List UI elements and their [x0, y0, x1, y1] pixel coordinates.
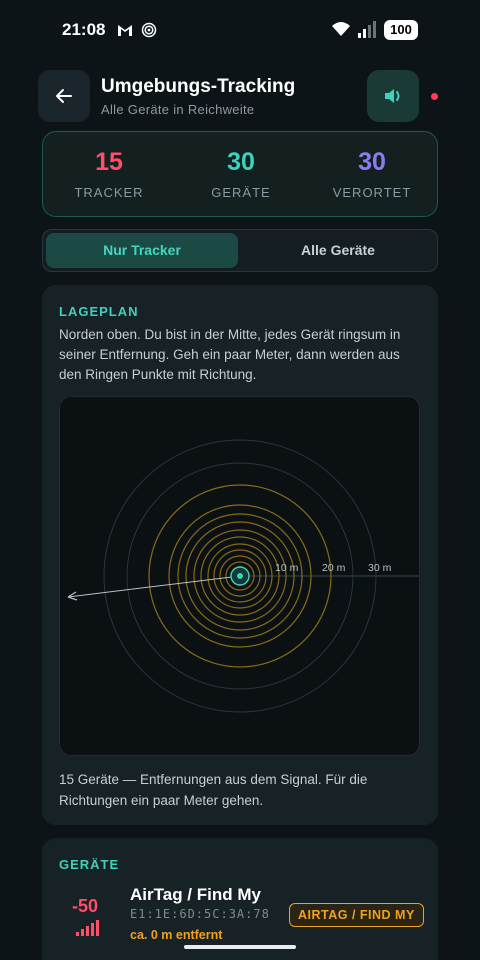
wifi-icon	[332, 22, 350, 36]
stat-devices-value: 30	[227, 148, 255, 176]
sound-toggle-button[interactable]	[367, 70, 419, 122]
devices-section-title: GERÄTE	[59, 857, 120, 872]
stat-located-value: 30	[358, 148, 386, 176]
stat-devices: 30 GERÄTE	[181, 148, 301, 200]
stat-tracker-label: TRACKER	[74, 185, 144, 200]
radar-map[interactable]: 10 m 20 m 30 m	[59, 396, 420, 756]
page-subtitle: Alle Geräte in Reichweite	[101, 102, 255, 117]
page-title: Umgebungs-Tracking	[101, 76, 296, 97]
tab-only-trackers[interactable]: Nur Tracker	[46, 233, 238, 268]
list-item[interactable]: -50 AirTag / Find My E1:1E:6D:5C:3A:78 c…	[42, 882, 438, 952]
device-mac: E1:1E:6D:5C:3A:78	[130, 907, 270, 921]
gmail-icon	[118, 25, 132, 36]
stats-card: 15 TRACKER 30 GERÄTE 30 VERORTET	[42, 131, 438, 217]
signal-strength-icon	[76, 920, 99, 936]
status-bar: 21:08 100	[0, 0, 480, 60]
user-position-dot	[237, 573, 243, 579]
radar-canvas: 10 m 20 m 30 m	[67, 439, 419, 713]
map-description: Norden oben. Du bist in der Mitte, jedes…	[59, 327, 401, 382]
ring-label-10m: 10 m	[275, 562, 299, 574]
tab-all-devices[interactable]: Alle Geräte	[242, 233, 434, 268]
heading-line	[67, 575, 241, 598]
recording-indicator	[431, 93, 438, 100]
ring-label-30m: 30 m	[368, 562, 392, 574]
device-distance: ca. 0 m entfernt	[130, 928, 223, 942]
back-button[interactable]	[38, 70, 90, 122]
stat-located: 30 VERORTET	[312, 148, 432, 200]
status-time: 21:08	[62, 20, 106, 39]
map-footer-note: 15 Geräte — Entfernungen aus dem Signal.…	[59, 772, 368, 808]
site-plan-card: LAGEPLAN Norden oben. Du bist in der Mit…	[42, 285, 438, 825]
rssi-value: -50	[72, 896, 99, 916]
arrow-left-icon	[56, 89, 72, 103]
device-type-badge: AIRTAG / FIND MY	[289, 903, 424, 927]
ring-label-20m: 20 m	[322, 562, 346, 574]
map-section-title: LAGEPLAN	[59, 304, 139, 319]
stat-tracker: 15 TRACKER	[49, 148, 169, 200]
stat-located-label: VERORTET	[332, 185, 412, 200]
speaker-icon	[385, 89, 400, 103]
battery-icon: 100	[384, 20, 418, 40]
home-indicator[interactable]	[184, 945, 296, 949]
filter-toggle: Nur Tracker Alle Geräte	[42, 229, 438, 272]
stat-devices-label: GERÄTE	[211, 185, 271, 200]
radar-notification-icon	[141, 22, 157, 38]
signal-icon	[358, 21, 376, 38]
devices-card: GERÄTE -50 AirTag / Find My E1:1E:6D:5C:…	[42, 838, 438, 960]
device-name: AirTag / Find My	[130, 885, 261, 904]
stat-tracker-value: 15	[95, 148, 123, 176]
app-header: Umgebungs-Tracking Alle Geräte in Reichw…	[38, 70, 440, 122]
